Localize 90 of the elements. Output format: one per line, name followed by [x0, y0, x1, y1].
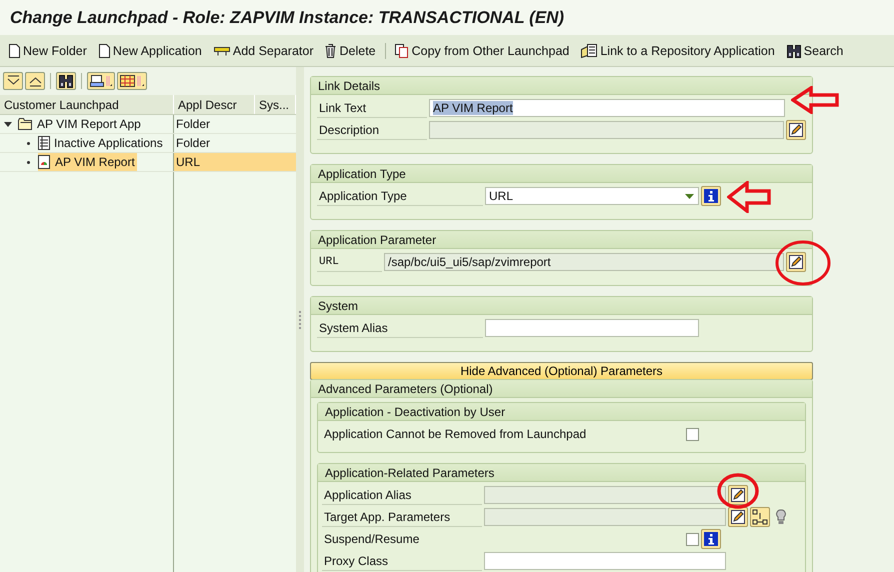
selection-highlight [254, 153, 296, 171]
input-field[interactable]: /sap/bc/ui5_ui5/sap/zvimreport [384, 253, 784, 271]
splitter-handle[interactable] [299, 310, 301, 328]
collapse-icon [28, 75, 42, 87]
field-label: Application Type [317, 186, 483, 206]
input-field[interactable] [484, 508, 726, 526]
circle-annotation [717, 473, 759, 509]
pencil-icon [731, 488, 745, 502]
document-icon [98, 44, 110, 58]
table-cell: Folder [173, 115, 254, 133]
info-icon [704, 532, 718, 546]
panel-title: Application Parameter [311, 231, 812, 249]
column-header[interactable]: Appl Descr [174, 95, 255, 114]
dropdown-field[interactable]: URL [485, 187, 699, 205]
info-icon [704, 189, 718, 203]
panel-title: Application Type [311, 165, 812, 183]
linked-document-icon [581, 44, 598, 58]
arrow-annotation [791, 86, 839, 114]
edit-button[interactable] [728, 507, 748, 527]
info-button[interactable] [701, 529, 721, 549]
pencil-icon [731, 510, 745, 524]
checkbox[interactable] [686, 532, 699, 546]
field-value: AP VIM Report [433, 101, 513, 115]
binoculars-icon [59, 74, 73, 88]
panel-title: Link Details [311, 77, 812, 95]
arrow-annotation [727, 181, 771, 213]
nodes-icon [752, 509, 768, 525]
collapse-all-button[interactable] [25, 72, 45, 90]
document-icon [9, 44, 20, 58]
field-label: Application Alias [322, 486, 482, 504]
list-icon [38, 136, 50, 150]
toolbar-button[interactable]: New Application [96, 44, 211, 58]
print-button[interactable] [87, 72, 115, 90]
copy-icon [394, 44, 409, 58]
folder-icon [18, 118, 33, 130]
toolbar-button[interactable]: Link to a Repository Application [578, 44, 784, 58]
table-cell: Folder [173, 134, 254, 152]
field-label: System Alias [317, 318, 483, 338]
input-field[interactable] [484, 552, 726, 570]
bullet-icon [27, 160, 30, 164]
field-label: URL [317, 252, 382, 272]
pencil-icon [789, 123, 804, 137]
toolbar-button[interactable]: Delete [322, 44, 385, 58]
panel-title: System [311, 297, 812, 315]
toolbar-button[interactable]: Copy from Other Launchpad [392, 44, 578, 58]
checkbox[interactable] [686, 428, 699, 440]
trash-icon [325, 44, 336, 58]
field-value: /sap/bc/ui5_ui5/sap/zvimreport [388, 255, 551, 269]
panel-title: Application-Related Parameters [318, 464, 805, 482]
printer-icon [90, 75, 112, 87]
edit-button[interactable] [786, 252, 806, 272]
field-label: Application Cannot be Removed from Launchpad [323, 426, 588, 443]
grid-icon [120, 75, 144, 87]
field-label: Link Text [317, 98, 427, 118]
panel-title: Application - Deactivation by User [318, 403, 805, 421]
layout-button[interactable] [117, 72, 147, 90]
tree-item[interactable]: AP VIM Report [38, 153, 137, 171]
edit-button[interactable] [728, 485, 748, 505]
input-field[interactable]: AP VIM Report [429, 99, 785, 117]
tree-item[interactable]: AP VIM Report App [18, 115, 143, 133]
mapping-button[interactable] [750, 507, 770, 527]
column-header[interactable]: Customer Launchpad [0, 95, 174, 114]
expand-icon [6, 75, 20, 87]
info-button[interactable] [701, 186, 721, 206]
table-cell: URL [173, 153, 254, 171]
expanded-triangle-icon[interactable] [4, 120, 13, 128]
toolbar-button[interactable]: New Folder [6, 44, 96, 58]
pencil-icon [789, 255, 803, 269]
field-label: Description [317, 120, 427, 140]
edit-button[interactable] [786, 120, 806, 140]
separator-icon [214, 46, 230, 56]
input-field[interactable] [429, 121, 784, 139]
toolbar-button[interactable]: Add Separator [210, 44, 322, 58]
input-field[interactable] [485, 319, 699, 337]
field-label: Suspend/Resume [323, 531, 420, 548]
window-title: Change Launchpad - Role: ZAPVIM Instance: TRANSACTIONAL (EN) [10, 8, 564, 28]
toolbar-button[interactable]: Search [784, 44, 852, 58]
binoculars-icon [786, 44, 801, 58]
find-button[interactable] [56, 72, 76, 90]
dropdown-caret-icon [685, 194, 694, 198]
expand-all-button[interactable] [3, 72, 23, 90]
panel-title: Advanced Parameters (Optional) [311, 380, 812, 398]
field-label: Target App. Parameters [322, 508, 482, 526]
bullet-icon [27, 142, 30, 144]
input-field[interactable] [484, 486, 726, 504]
hide-advanced-button[interactable]: Hide Advanced (Optional) Parameters [310, 362, 813, 380]
report-icon [38, 154, 51, 170]
lightbulb-icon [776, 509, 786, 525]
field-label: Proxy Class [322, 552, 482, 570]
tree-item[interactable]: Inactive Applications [38, 134, 165, 152]
